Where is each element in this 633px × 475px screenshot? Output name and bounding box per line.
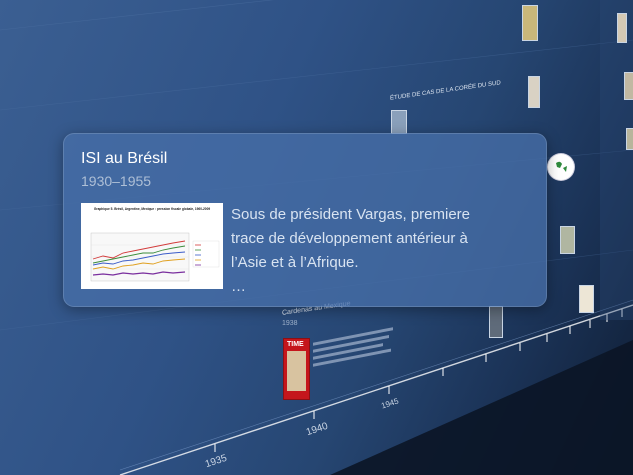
popup-title: ISI au Brésil: [81, 150, 168, 167]
popup-description-line: trace de développement antérieur à: [231, 230, 468, 247]
time-magazine-cover[interactable]: TIME: [283, 338, 310, 400]
event-photo[interactable]: [560, 226, 575, 254]
popup-description-line: l’Asie et à l’Afrique.: [231, 254, 359, 271]
time-magazine-logo: TIME: [287, 341, 304, 348]
event-photo[interactable]: [489, 306, 503, 338]
event-detail-popup[interactable]: ISI au Brésil 1930–1955 Graphique 5. Bré…: [63, 133, 547, 307]
event-photo[interactable]: [528, 76, 540, 108]
event-photo[interactable]: [579, 285, 594, 313]
event-photo[interactable]: [522, 5, 538, 41]
event-photo[interactable]: [617, 13, 627, 43]
event-globe-icon[interactable]: [548, 154, 574, 180]
event-date-cardenas: 1938: [282, 320, 298, 327]
event-photo[interactable]: [626, 128, 633, 150]
popup-dates: 1930–1955: [81, 173, 152, 189]
popup-description-line: Sous de président Vargas, premiere: [231, 206, 471, 223]
event-photo[interactable]: [624, 72, 633, 100]
thumbnail-chart-title: Graphique 5. Brésil, Argentine, Mexique …: [94, 207, 210, 211]
event-photo[interactable]: [391, 110, 407, 134]
popup-description-ellipsis[interactable]: …: [231, 275, 531, 299]
popup-description: Sous de président Vargas, premiere trace…: [231, 203, 531, 299]
popup-thumbnail-chart[interactable]: Graphique 5. Brésil, Argentine, Mexique …: [81, 203, 223, 289]
